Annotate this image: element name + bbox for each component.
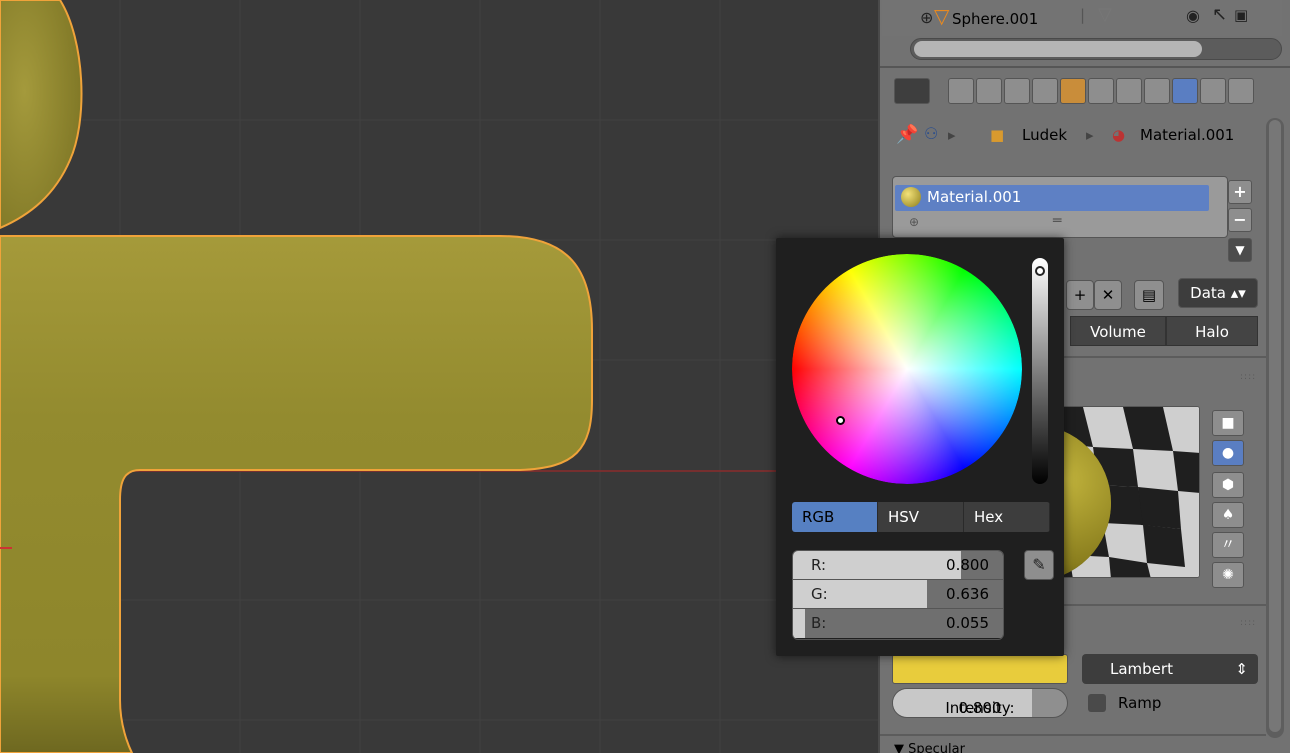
- outliner-row[interactable]: ⊕ ▽ Sphere.001 | ▽ ◉ ↖ ▣: [882, 0, 1282, 36]
- scene-icon: ⚇: [924, 124, 939, 143]
- breadcrumb-material: Material.001: [1140, 126, 1235, 144]
- diffuse-shader-dropdown[interactable]: Lambert ⇕: [1082, 654, 1258, 684]
- blender-window: ⊕ ▽ Sphere.001 | ▽ ◉ ↖ ▣ 📌 ⚇ ▸ ■ Ludek ▸…: [0, 0, 1290, 753]
- new-material-button[interactable]: +: [1066, 280, 1094, 310]
- preview-sky-button[interactable]: ✺: [1212, 562, 1244, 588]
- particles-tab-icon[interactable]: [1228, 78, 1254, 104]
- editor-type-button[interactable]: [894, 78, 930, 104]
- constraints-tab-icon[interactable]: [1088, 78, 1114, 104]
- g-value: 0.636: [946, 585, 989, 603]
- properties-scrollbar-thumb[interactable]: [1269, 120, 1281, 732]
- drag-handle-2[interactable]: ::::: [1240, 618, 1256, 628]
- mesh-data-icon: ▽: [1098, 4, 1112, 25]
- ramp-label: Ramp: [1118, 694, 1162, 712]
- head-mesh[interactable]: [0, 0, 83, 230]
- g-slider[interactable]: G: 0.636: [793, 580, 1003, 609]
- specular-section-divider: [880, 734, 1266, 736]
- r-value: 0.800: [946, 556, 989, 574]
- preview-sphere-button[interactable]: ●: [1212, 440, 1244, 466]
- mode-hsv-tab[interactable]: HSV: [878, 502, 964, 532]
- preview-hair-button[interactable]: 〃: [1212, 532, 1244, 558]
- outliner-object-name[interactable]: Sphere.001: [952, 10, 1038, 28]
- material-slot-list[interactable]: Material.001 ⊕ ═: [892, 176, 1228, 238]
- scene-tab-icon[interactable]: [1004, 78, 1030, 104]
- b-slider[interactable]: B: 0.055: [793, 609, 1003, 638]
- pin-icon[interactable]: 📌: [896, 124, 918, 145]
- link-data-label: Data: [1190, 284, 1226, 302]
- ramp-checkbox[interactable]: [1088, 694, 1106, 712]
- remove-slot-button[interactable]: −: [1228, 208, 1252, 232]
- add-slot-button[interactable]: +: [1228, 180, 1252, 204]
- b-label: B:: [811, 614, 827, 632]
- world-tab-icon[interactable]: [1032, 78, 1058, 104]
- saturation-overlay: [792, 254, 1022, 484]
- resize-grip-icon[interactable]: ═: [1053, 213, 1061, 229]
- object-tab-icon[interactable]: [1060, 78, 1086, 104]
- slot-specials-button[interactable]: ▼: [1228, 238, 1252, 262]
- material-sphere-icon: ◕: [1112, 126, 1126, 144]
- slot-expand-icon[interactable]: ⊕: [909, 215, 919, 229]
- b-fill: [793, 609, 805, 638]
- breadcrumb-object: Ludek: [1022, 126, 1068, 144]
- 3d-viewport[interactable]: [0, 0, 878, 753]
- mode-rgb-tab[interactable]: RGB: [792, 502, 878, 532]
- color-wheel[interactable]: [792, 254, 1022, 484]
- object-cube-icon: ■: [990, 126, 1005, 144]
- specular-title: Specular: [908, 742, 965, 753]
- volume-type-tab[interactable]: Volume: [1070, 316, 1166, 346]
- render-layers-tab-icon[interactable]: [976, 78, 1002, 104]
- color-mode-tabs: RGB HSV Hex: [792, 502, 1050, 532]
- rgb-sliders: R: 0.800 G: 0.636 B: 0.055: [792, 550, 1004, 640]
- material-preview-icon: [901, 187, 921, 207]
- b-value: 0.055: [946, 614, 989, 632]
- render-tab-icon[interactable]: [948, 78, 974, 104]
- dropdown-arrows-icon: ⇕: [1235, 660, 1248, 678]
- eyedropper-icon: ✎: [1032, 555, 1046, 574]
- render-camera-icon[interactable]: ▣: [1234, 6, 1248, 24]
- material-slot-row[interactable]: Material.001: [895, 185, 1209, 211]
- r-label: R:: [811, 556, 827, 574]
- r-slider[interactable]: R: 0.800: [793, 551, 1003, 580]
- preview-flat-button[interactable]: ■: [1212, 410, 1244, 436]
- breadcrumb-arrow-2: ▸: [1086, 126, 1094, 144]
- material-tab-icon[interactable]: [1172, 78, 1198, 104]
- color-picker-popup: RGB HSV Hex R: 0.800 G: 0.636 B: 0.055 ✎: [776, 238, 1064, 656]
- halo-type-tab[interactable]: Halo: [1166, 316, 1258, 346]
- value-cursor[interactable]: [1035, 266, 1045, 277]
- modifiers-tab-icon[interactable]: [1116, 78, 1142, 104]
- scrollbar-thumb[interactable]: [914, 41, 1202, 57]
- separator: |: [1080, 6, 1086, 24]
- outliner-scrollbar[interactable]: [910, 38, 1282, 60]
- visibility-eye-icon[interactable]: ◉: [1186, 6, 1200, 25]
- fake-user-button[interactable]: ▤: [1134, 280, 1164, 310]
- preview-monkey-button[interactable]: ♠: [1212, 502, 1244, 528]
- unlink-material-button[interactable]: ✕: [1094, 280, 1122, 310]
- select-cursor-icon[interactable]: ↖: [1212, 4, 1227, 25]
- link-data-dropdown[interactable]: Data ▴▾: [1178, 278, 1258, 308]
- eyedropper-button[interactable]: ✎: [1024, 550, 1054, 580]
- breadcrumb-arrow: ▸: [948, 126, 956, 144]
- g-label: G:: [811, 585, 828, 603]
- intensity-value: 0.800: [958, 699, 1002, 717]
- data-tab-icon[interactable]: [1144, 78, 1170, 104]
- mesh-object-icon: ▽: [934, 4, 950, 28]
- expand-icon[interactable]: ⊕: [920, 8, 933, 27]
- drag-handle[interactable]: ::::: [1240, 372, 1256, 382]
- value-slider[interactable]: [1032, 258, 1048, 484]
- diffuse-shader-label: Lambert: [1110, 660, 1173, 678]
- wheel-cursor[interactable]: [836, 416, 845, 425]
- body-mesh[interactable]: [0, 235, 593, 753]
- mode-hex-tab[interactable]: Hex: [964, 502, 1050, 532]
- specular-section-header[interactable]: ▼ Specular: [894, 742, 965, 753]
- diffuse-color-swatch[interactable]: [892, 654, 1068, 684]
- intensity-slider[interactable]: Intensity: 0.800: [892, 688, 1068, 718]
- properties-scrollbar[interactable]: [1266, 118, 1284, 738]
- material-slot-name[interactable]: Material.001: [927, 188, 1021, 206]
- viewport-canvas[interactable]: [0, 0, 878, 753]
- preview-cube-button[interactable]: ⬢: [1212, 472, 1244, 498]
- texture-tab-icon[interactable]: [1200, 78, 1226, 104]
